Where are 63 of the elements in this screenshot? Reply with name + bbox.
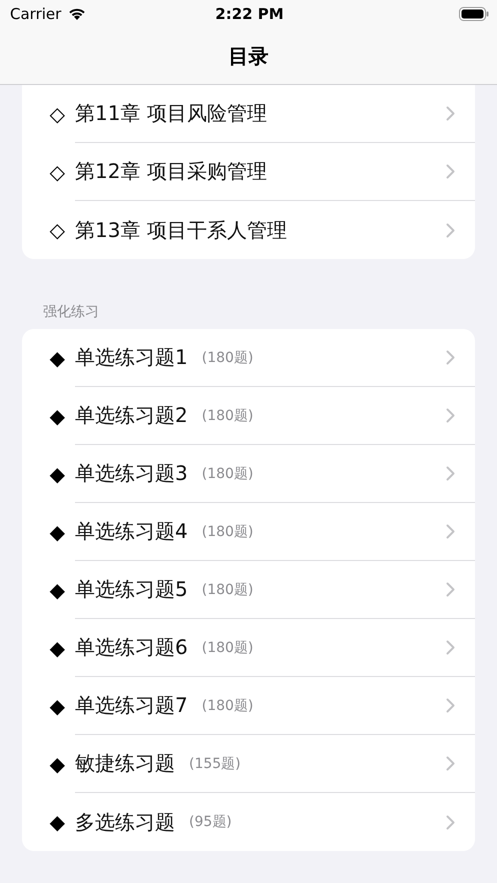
chevron-icon [446,524,455,539]
chevron-icon [446,582,455,597]
row-title: 第13章 项目干系人管理 [75,216,287,244]
row-title: 多选练习题 [75,808,175,836]
section-header: 强化练习 [42,303,100,322]
diamond-marker: ◆ [48,693,66,720]
row-title: 敏捷练习题 [75,750,175,777]
list-row[interactable]: ◆ 单选练习题5 (180题) [22,561,475,619]
chevron-icon [446,350,455,365]
list-row[interactable]: ◆ 敏捷练习题 (155题) [22,735,475,793]
chevron-icon [446,164,455,179]
question-count: (180题) [202,580,254,598]
chevron-icon [446,698,455,713]
chevron-icon [446,466,455,481]
battery-icon [458,7,489,21]
list-row[interactable]: ◇ 第11章 项目风险管理 [22,85,475,143]
diamond-marker: ◆ [48,519,66,546]
row-title: 单选练习题2 [75,402,188,429]
chevron-icon [446,408,455,423]
list-row[interactable]: ◆ 单选练习题4 (180题) [22,503,475,561]
diamond-marker: ◆ [48,635,66,662]
list-row[interactable]: ◆ 单选练习题6 (180题) [22,619,475,677]
clock-time: 2:22 PM [215,5,284,23]
row-title: 单选练习题3 [75,460,188,487]
question-count: (155题) [189,754,241,772]
row-title: 单选练习题5 [75,576,188,603]
row-title: 单选练习题4 [75,518,188,545]
chevron-icon [446,640,455,655]
diamond-marker: ◇ [48,101,66,128]
question-count: (180题) [202,464,254,482]
diamond-marker: ◆ [48,751,66,778]
diamond-marker: ◇ [48,159,66,186]
chevron-icon [446,814,455,830]
list-row[interactable]: ◆ 单选练习题7 (180题) [22,677,475,735]
diamond-marker: ◆ [48,577,66,604]
list-row[interactable]: ◇ 第13章 项目干系人管理 [22,201,475,259]
row-title: 第12章 项目采购管理 [75,158,267,185]
chevron-icon [446,756,455,771]
list-row[interactable]: ◆ 单选练习题2 (180题) [22,387,475,445]
question-count: (95题) [189,813,232,831]
carrier-label: Carrier [10,5,62,23]
nav-title: 目录 [228,42,268,70]
diamond-marker: ◆ [48,403,66,430]
diamond-marker: ◇ [48,217,66,244]
chevron-icon [446,222,455,238]
question-count: (180题) [202,638,254,656]
question-count: (180题) [202,522,254,540]
chevron-icon [446,106,455,121]
question-count: (180题) [202,696,254,714]
list-row[interactable]: ◆ 多选练习题 (95题) [22,793,475,851]
diamond-marker: ◆ [48,809,66,836]
row-title: 第11章 项目风险管理 [75,100,267,127]
diamond-marker: ◆ [48,345,66,372]
row-title: 单选练习题7 [75,692,188,719]
wifi-icon [67,7,88,21]
diamond-marker: ◆ [48,461,66,488]
list-row[interactable]: ◆ 单选练习题3 (180题) [22,445,475,503]
question-count: (180题) [202,348,254,366]
list-row[interactable]: ◇ 第12章 项目采购管理 [22,143,475,201]
row-title: 单选练习题1 [75,344,188,371]
row-title: 单选练习题6 [75,634,188,661]
list-row[interactable]: ◆ 单选练习题1 (180题) [22,329,475,387]
question-count: (180题) [202,406,254,424]
